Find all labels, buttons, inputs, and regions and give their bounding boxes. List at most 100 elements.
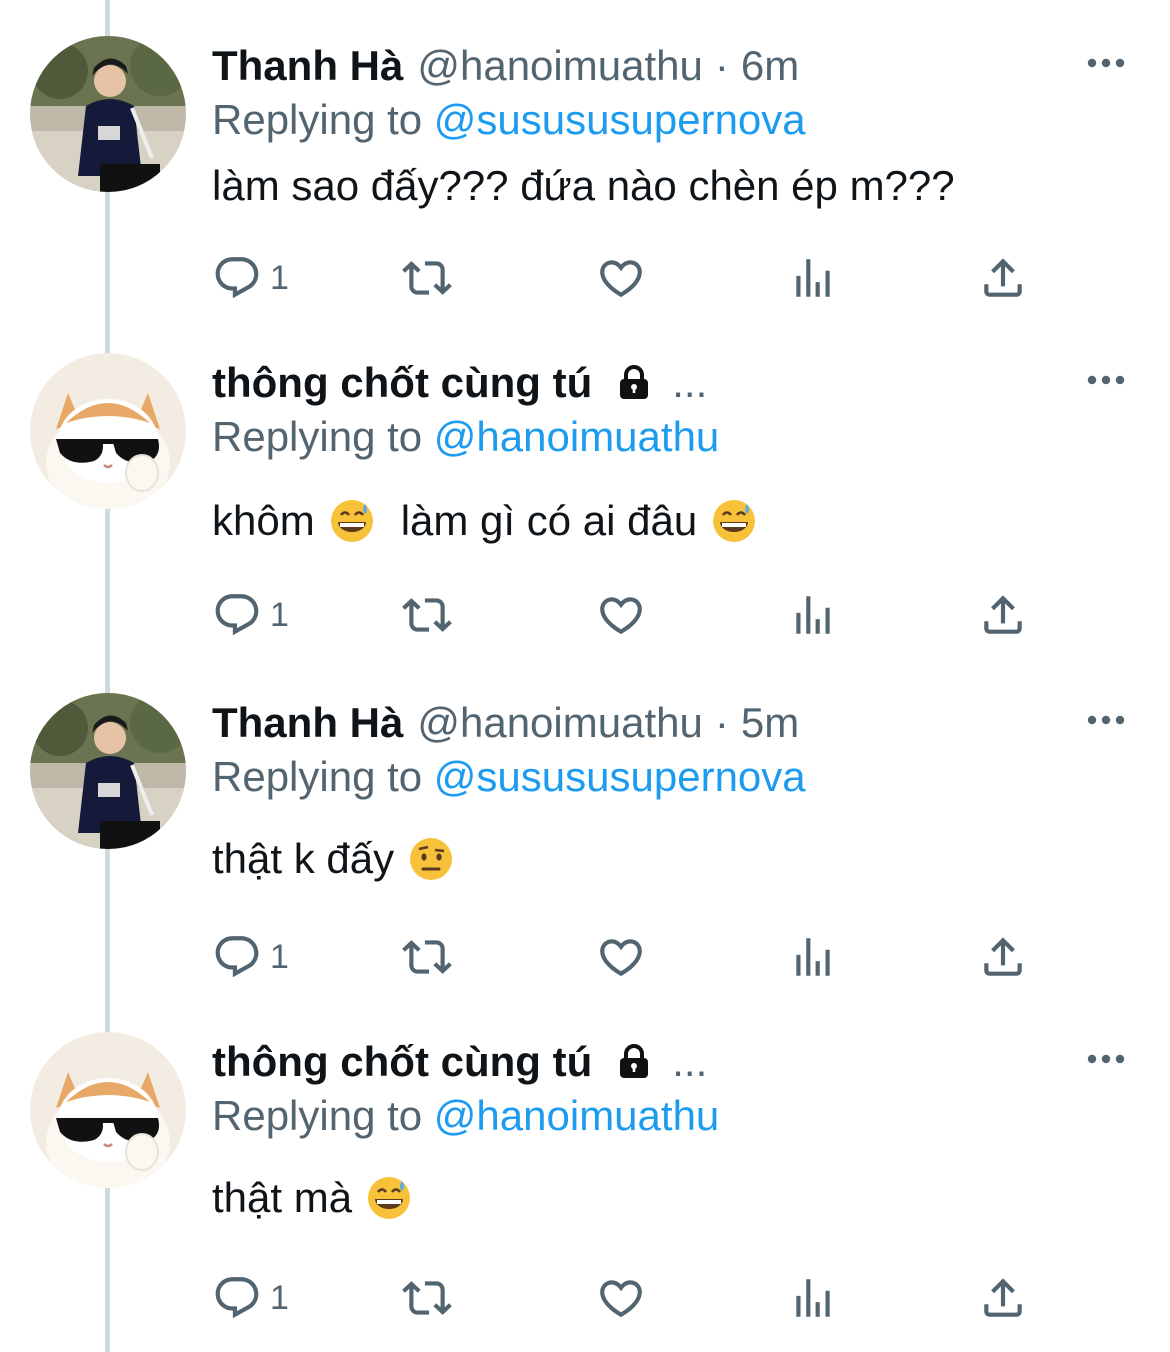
tweet-2[interactable]: thông chốt cùng tú ... Replying to @hano… (0, 317, 1170, 655)
tweet-text-content: làm sao đấy??? đứa nào chèn ép m??? (212, 162, 955, 209)
views-button[interactable] (788, 250, 838, 306)
action-bar: 1 (212, 250, 1042, 306)
share-button[interactable] (978, 587, 1028, 643)
retweet-icon (402, 253, 452, 303)
avatar[interactable] (30, 36, 186, 192)
replying-label: Replying to (212, 1092, 423, 1139)
lock-icon (614, 363, 654, 403)
tweet-header: Thanh Hà @hanoimuathu · 5m (212, 695, 799, 751)
avatar[interactable] (30, 1032, 186, 1188)
display-name[interactable]: thông chốt cùng tú (212, 359, 592, 407)
views-button[interactable] (788, 929, 838, 985)
tweet-3[interactable]: Thanh Hà @hanoimuathu · 5m Replying to @… (0, 657, 1170, 995)
grinning-sweat-emoji (711, 498, 757, 544)
share-button[interactable] (978, 929, 1028, 985)
user-handle[interactable]: @hanoimuathu (417, 699, 703, 747)
mention-link[interactable]: @susususupernova (434, 753, 806, 800)
like-button[interactable] (596, 1270, 646, 1326)
share-icon (978, 932, 1028, 982)
share-icon (978, 590, 1028, 640)
display-name[interactable]: thông chốt cùng tú (212, 1038, 592, 1086)
like-icon (596, 1273, 646, 1323)
retweet-button[interactable] (402, 250, 452, 306)
share-button[interactable] (978, 250, 1028, 306)
tweet-text-content: thật k đấy (212, 835, 395, 882)
reply-count: 1 (270, 937, 289, 976)
views-icon (788, 590, 838, 640)
tweet-header: thông chốt cùng tú ... (212, 1034, 707, 1090)
tweet-text: thật k đấy (212, 835, 454, 883)
mention-link[interactable]: @susususupernova (434, 96, 806, 143)
retweet-button[interactable] (402, 929, 452, 985)
tweet-text: làm sao đấy??? đứa nào chèn ép m??? (212, 162, 955, 210)
tweet-1[interactable]: Thanh Hà @hanoimuathu · 6m Replying to @… (0, 0, 1170, 338)
truncation-ellipsis: ... (672, 359, 708, 406)
grinning-sweat-emoji (366, 1175, 412, 1221)
views-button[interactable] (788, 587, 838, 643)
mention-link[interactable]: @hanoimuathu (434, 413, 720, 460)
like-icon (596, 253, 646, 303)
share-button[interactable] (978, 1270, 1028, 1326)
reply-icon (212, 253, 262, 303)
replying-to: Replying to @susususupernova (212, 96, 806, 144)
reply-count: 1 (270, 595, 289, 634)
action-bar: 1 (212, 1270, 1042, 1326)
more-icon[interactable] (1082, 48, 1130, 78)
display-name[interactable]: Thanh Hà (212, 42, 403, 90)
lock-icon (614, 1042, 654, 1082)
truncation-ellipsis: ... (672, 1038, 708, 1085)
reply-icon (212, 932, 262, 982)
tweet-4[interactable]: thông chốt cùng tú ... Replying to @hano… (0, 996, 1170, 1334)
retweet-button[interactable] (402, 587, 452, 643)
retweet-icon (402, 932, 452, 982)
tweet-text: khôm làm gì có ai đâu (212, 497, 757, 545)
tweet-header: Thanh Hà @hanoimuathu · 6m (212, 38, 799, 94)
more-icon[interactable] (1082, 705, 1130, 735)
more-icon[interactable] (1082, 1044, 1130, 1074)
action-bar: 1 (212, 587, 1042, 643)
display-name[interactable]: Thanh Hà (212, 699, 403, 747)
retweet-button[interactable] (402, 1270, 452, 1326)
tweet-header: thông chốt cùng tú ... (212, 355, 707, 411)
replying-label: Replying to (212, 753, 423, 800)
replying-to: Replying to @hanoimuathu (212, 413, 719, 461)
reply-button[interactable]: 1 (212, 1270, 289, 1326)
timestamp[interactable]: 6m (741, 42, 799, 90)
like-button[interactable] (596, 250, 646, 306)
user-handle[interactable]: @hanoimuathu (417, 42, 703, 90)
grinning-sweat-emoji (329, 498, 375, 544)
tweet-text-part2: làm gì có ai đâu (400, 497, 698, 544)
reply-button[interactable]: 1 (212, 250, 289, 306)
tweet-text-part1: khôm (212, 497, 315, 544)
retweet-icon (402, 590, 452, 640)
reply-icon (212, 590, 262, 640)
views-button[interactable] (788, 1270, 838, 1326)
share-icon (978, 1273, 1028, 1323)
views-icon (788, 1273, 838, 1323)
more-icon[interactable] (1082, 365, 1130, 395)
timestamp[interactable]: 5m (741, 699, 799, 747)
tweet-text-content: thật mà (212, 1174, 353, 1221)
avatar[interactable] (30, 353, 186, 509)
separator-dot: · (714, 42, 729, 89)
mention-link[interactable]: @hanoimuathu (434, 1092, 720, 1139)
tweet-text: thật mà (212, 1174, 412, 1222)
views-icon (788, 932, 838, 982)
like-button[interactable] (596, 929, 646, 985)
like-icon (596, 590, 646, 640)
reply-count: 1 (270, 258, 289, 297)
retweet-icon (402, 1273, 452, 1323)
replying-label: Replying to (212, 96, 423, 143)
reply-icon (212, 1273, 262, 1323)
reply-button[interactable]: 1 (212, 587, 289, 643)
share-icon (978, 253, 1028, 303)
like-button[interactable] (596, 587, 646, 643)
reply-button[interactable]: 1 (212, 929, 289, 985)
replying-to: Replying to @hanoimuathu (212, 1092, 719, 1140)
replying-label: Replying to (212, 413, 423, 460)
avatar[interactable] (30, 693, 186, 849)
separator-dot: · (714, 699, 729, 746)
replying-to: Replying to @susususupernova (212, 753, 806, 801)
raised-eyebrow-emoji (408, 836, 454, 882)
action-bar: 1 (212, 929, 1042, 985)
